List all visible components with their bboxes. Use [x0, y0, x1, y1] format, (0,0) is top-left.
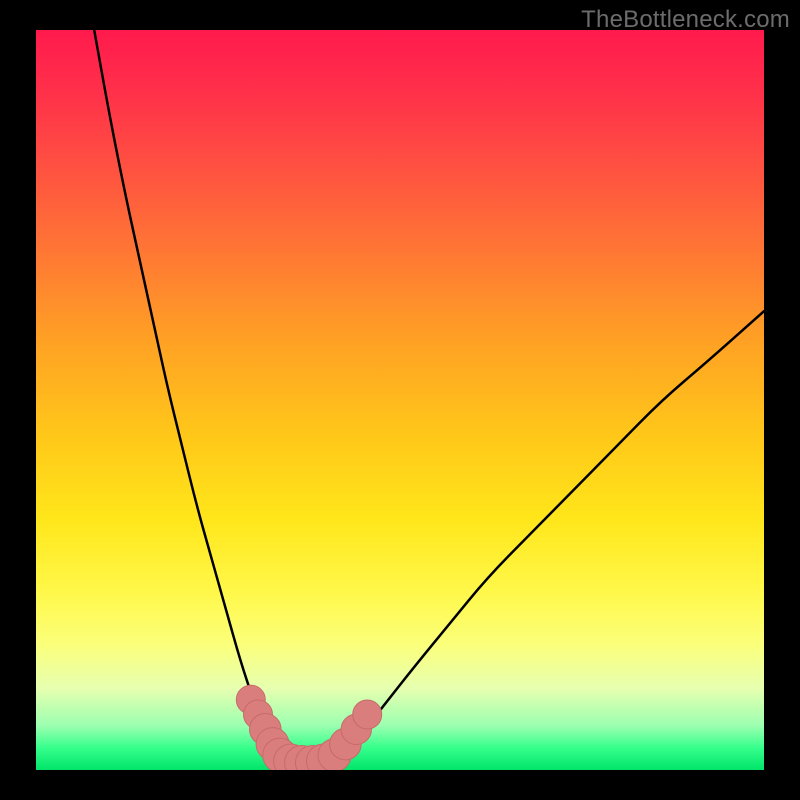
curve-group	[94, 30, 764, 766]
chart-frame: TheBottleneck.com	[0, 0, 800, 800]
bottleneck-curve	[94, 30, 764, 766]
chart-svg	[36, 30, 764, 770]
marker-group	[236, 685, 381, 770]
chart-plot-area	[36, 30, 764, 770]
valley-marker	[353, 700, 382, 729]
watermark-text: TheBottleneck.com	[581, 6, 790, 34]
